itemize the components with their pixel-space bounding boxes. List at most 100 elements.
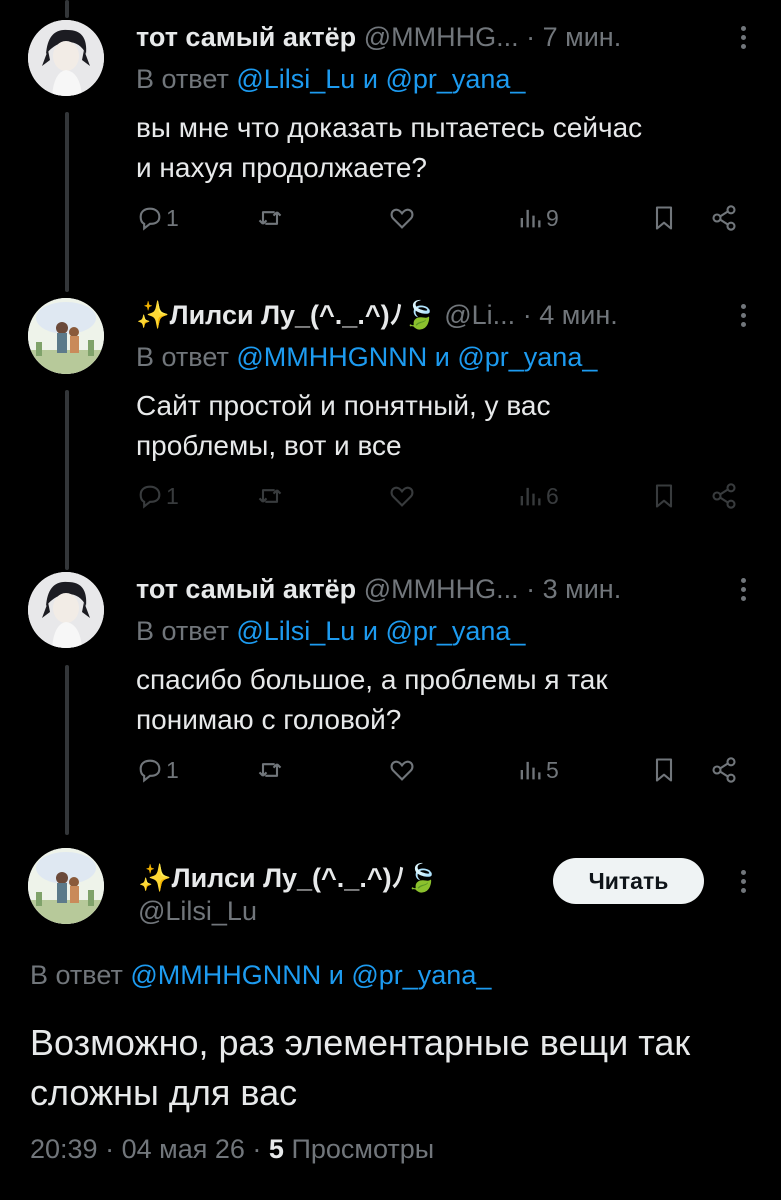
separator-dot: · (526, 574, 536, 604)
share-button[interactable] (710, 198, 738, 238)
views-label: Просмотры (291, 1134, 435, 1164)
views-count: 5 (268, 1134, 284, 1164)
tweet[interactable]: тот самый актёр @MMHHG... · 3 мин. В отв… (0, 572, 781, 832)
retweet-button[interactable] (256, 198, 284, 238)
views-icon (520, 487, 541, 506)
author-name[interactable]: тот самый актёр (136, 22, 356, 52)
reply-count: 1 (166, 482, 179, 509)
avatar-image (28, 20, 104, 96)
more-icon[interactable] (739, 866, 747, 897)
mention-link[interactable]: @Lilsi_Lu (236, 64, 355, 94)
more-icon[interactable] (739, 22, 747, 53)
views-button[interactable]: 6 (516, 476, 559, 516)
more-icon[interactable] (739, 300, 747, 331)
reply-and: и (362, 64, 378, 94)
bookmark-button[interactable] (650, 750, 678, 790)
mention-link[interactable]: @pr_yana_ (457, 342, 597, 372)
bookmark-icon (655, 206, 673, 230)
tweet-header: тот самый актёр @MMHHG... · 7 мин. (136, 20, 701, 54)
reply-prefix: В ответ (136, 64, 229, 94)
reply-icon (139, 759, 161, 783)
views-button[interactable]: 9 (516, 198, 559, 238)
mention-link[interactable]: @MMHHGNNN (236, 342, 427, 372)
bookmark-icon (655, 758, 673, 782)
separator-dot: · (526, 22, 536, 52)
reply-prefix: В ответ (136, 616, 229, 646)
retweet-icon (258, 763, 282, 777)
bookmark-icon (655, 484, 673, 508)
tweet[interactable]: тот самый актёр @MMHHG... · 7 мин. В отв… (0, 20, 781, 280)
mention-link[interactable]: @pr_yana_ (351, 960, 491, 990)
author-handle[interactable]: @MMHHG... (364, 574, 519, 604)
author-name[interactable]: тот самый актёр (136, 574, 356, 604)
share-button[interactable] (710, 476, 738, 516)
reply-and: и (328, 960, 344, 990)
retweet-icon (258, 489, 282, 503)
tweet-header: тот самый актёр @MMHHG... · 3 мин. (136, 572, 701, 606)
reply-prefix: В ответ (30, 960, 123, 990)
reply-context: В ответ @Lilsi_Lu и @pr_yana_ (136, 614, 525, 648)
retweet-button[interactable] (256, 476, 284, 516)
avatar[interactable] (28, 20, 104, 96)
tweet-text: Сайт простой и понятный, у вас проблемы,… (136, 390, 551, 461)
follow-button[interactable]: Читать (553, 858, 704, 904)
post-time[interactable]: 20:39 (30, 1134, 98, 1164)
views-icon (520, 209, 541, 228)
reply-context: В ответ @Lilsi_Lu и @pr_yana_ (136, 62, 525, 96)
bookmark-button[interactable] (650, 198, 678, 238)
mention-link[interactable]: @pr_yana_ (385, 64, 525, 94)
like-button[interactable] (388, 476, 416, 516)
reply-icon (139, 207, 161, 231)
more-icon[interactable] (739, 574, 747, 605)
timestamp[interactable]: 3 мин. (543, 574, 622, 604)
mention-link[interactable]: @pr_yana_ (385, 616, 525, 646)
avatar-image (28, 848, 104, 924)
tweet-text: спасибо большое, а проблемы я так понима… (136, 664, 608, 735)
action-bar: 1 9 (136, 198, 746, 238)
retweet-button[interactable] (256, 750, 284, 790)
reply-icon (139, 485, 161, 509)
separator-dot: · (522, 300, 532, 330)
author-handle[interactable]: @MMHHG... (364, 22, 519, 52)
thread-line (65, 0, 69, 18)
views-button[interactable]: 5 (516, 750, 559, 790)
views-count: 6 (546, 482, 559, 509)
author-handle[interactable]: @Lilsi_Lu (138, 896, 257, 927)
timestamp[interactable]: 4 мин. (539, 300, 618, 330)
tweet-text: вы мне что доказать пытаетесь сейчас и н… (136, 112, 643, 183)
share-button[interactable] (710, 750, 738, 790)
retweet-icon (258, 211, 282, 225)
reply-button[interactable]: 1 (136, 476, 179, 516)
avatar[interactable] (28, 298, 104, 374)
reply-context: В ответ @MMHHGNNN и @pr_yana_ (136, 340, 597, 374)
author-name[interactable]: ✨Лилси Лу_(^._.^)ﾉ🍃 (138, 856, 439, 895)
reply-context: В ответ @MMHHGNNN и @pr_yana_ (30, 960, 491, 991)
reply-button[interactable]: 1 (136, 198, 179, 238)
mention-link[interactable]: @Lilsi_Lu (236, 616, 355, 646)
author-name[interactable]: ✨Лилси Лу_(^._.^)ﾉ🍃 (136, 300, 437, 330)
tweet-header: ✨Лилси Лу_(^._.^)ﾉ🍃 @Li... · 4 мин. (136, 298, 701, 332)
reply-prefix: В ответ (136, 342, 229, 372)
timestamp[interactable]: 7 мин. (543, 22, 622, 52)
tweet-meta: 20:39 · 04 мая 26 · 5 Просмотры (30, 1134, 434, 1165)
avatar[interactable] (28, 848, 104, 924)
tweet[interactable]: ✨Лилси Лу_(^._.^)ﾉ🍃 @Li... · 4 мин. В от… (0, 298, 781, 558)
reply-button[interactable]: 1 (136, 750, 179, 790)
like-icon (390, 208, 414, 229)
views-icon (520, 761, 541, 780)
avatar[interactable] (28, 572, 104, 648)
bookmark-button[interactable] (650, 476, 678, 516)
author-handle[interactable]: @Li... (444, 300, 515, 330)
share-icon (712, 757, 736, 783)
tweet-text: Возможно, раз элементарные вещи так слож… (30, 1022, 691, 1113)
post-date[interactable]: 04 мая 26 (122, 1134, 245, 1164)
like-button[interactable] (388, 198, 416, 238)
like-icon (390, 760, 414, 781)
like-icon (390, 486, 414, 507)
action-bar: 1 6 (136, 476, 746, 516)
mention-link[interactable]: @MMHHGNNN (130, 960, 321, 990)
like-button[interactable] (388, 750, 416, 790)
views-count: 9 (546, 204, 559, 231)
reply-and: и (362, 616, 378, 646)
reply-count: 1 (166, 204, 179, 231)
